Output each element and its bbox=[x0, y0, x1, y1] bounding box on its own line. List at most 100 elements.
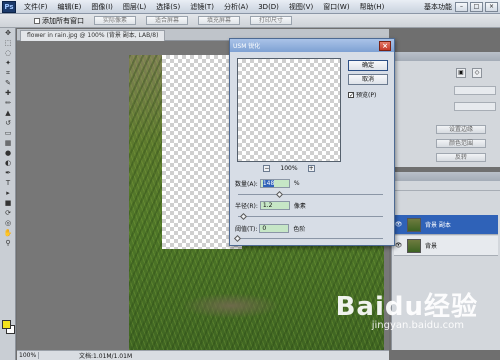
menu-analysis[interactable]: 分析(A) bbox=[219, 0, 253, 14]
zoom-in-button[interactable]: + bbox=[307, 165, 315, 172]
panel-header bbox=[392, 52, 500, 61]
radius-label: 半径(R): bbox=[235, 203, 258, 210]
amount-unit: % bbox=[293, 180, 300, 187]
layer-row-background[interactable]: 👁 背景 bbox=[394, 236, 498, 256]
layer-name: 背景 bbox=[425, 243, 438, 250]
zoom-tool-icon[interactable]: ⚲ bbox=[2, 239, 14, 248]
magic-wand-tool-icon[interactable]: ✦ bbox=[2, 59, 14, 68]
toolbox: ✥ ⬚ ◌ ✦ ⌗ ✎ ✚ ✏ ▲ ↺ ▭ ▦ ● ◐ ✒ T ▸ ■ ⟳ ◎ … bbox=[0, 28, 16, 360]
refine-edge-button[interactable]: 设置边缘 bbox=[436, 125, 486, 134]
radius-slider[interactable] bbox=[238, 216, 383, 217]
layer-thumbnail bbox=[407, 238, 421, 253]
close-icon[interactable]: × bbox=[379, 41, 391, 51]
cancel-button[interactable]: 取消 bbox=[348, 74, 388, 85]
layer-row-background-copy[interactable]: 👁 背景 副本 bbox=[394, 215, 498, 235]
density-field[interactable] bbox=[454, 86, 496, 95]
preview-zoom-level: 100% bbox=[280, 165, 298, 172]
menu-edit[interactable]: 编辑(E) bbox=[53, 0, 87, 14]
fit-screen-button[interactable]: 适合屏幕 bbox=[146, 16, 189, 25]
amount-slider-thumb[interactable] bbox=[276, 190, 284, 199]
maximize-icon[interactable]: □ bbox=[470, 2, 483, 12]
feather-field[interactable] bbox=[454, 102, 496, 111]
pen-tool-icon[interactable]: ✒ bbox=[2, 169, 14, 178]
menu-3d[interactable]: 3D(D) bbox=[253, 0, 284, 14]
radius-row: 半径(R): 1.2 像素 bbox=[235, 201, 306, 210]
hand-tool-icon[interactable]: ✋ bbox=[2, 229, 14, 238]
move-tool-icon[interactable]: ✥ bbox=[2, 29, 14, 38]
zoom-level[interactable]: 100% bbox=[17, 352, 39, 359]
invert-button[interactable]: 反转 bbox=[436, 153, 486, 162]
workspace-switcher[interactable]: 基本功能 bbox=[424, 0, 452, 14]
menu-file[interactable]: 文件(F) bbox=[19, 0, 53, 14]
amount-input[interactable]: 148 bbox=[259, 179, 290, 188]
zoom-out-button[interactable]: − bbox=[263, 165, 271, 172]
preview-label: 预览(P) bbox=[356, 92, 377, 99]
dialog-titlebar[interactable]: USM 锐化 bbox=[230, 39, 394, 52]
menu-image[interactable]: 图像(I) bbox=[86, 0, 118, 14]
status-bar: 100% 文档:1.01M/1.01M bbox=[17, 350, 389, 360]
preview-toggle[interactable]: ✓ 预览(P) bbox=[348, 90, 376, 99]
shape-tool-icon[interactable]: ■ bbox=[2, 199, 14, 208]
amount-slider[interactable] bbox=[238, 194, 383, 195]
radius-slider-thumb[interactable] bbox=[239, 212, 247, 221]
threshold-slider-thumb[interactable] bbox=[233, 234, 242, 243]
3d-orbit-tool-icon[interactable]: ◎ bbox=[2, 219, 14, 228]
dialog-title: USM 锐化 bbox=[233, 43, 261, 50]
ok-button[interactable]: 确定 bbox=[348, 60, 388, 71]
crop-tool-icon[interactable]: ⌗ bbox=[2, 69, 14, 78]
eye-icon[interactable]: 👁 bbox=[394, 221, 403, 228]
all-windows-label: 添加所有窗口 bbox=[42, 16, 84, 25]
actual-pixels-button[interactable]: 实际像素 bbox=[94, 16, 137, 25]
eyedropper-tool-icon[interactable]: ✎ bbox=[2, 79, 14, 88]
path-selection-tool-icon[interactable]: ▸ bbox=[2, 189, 14, 198]
menu-help[interactable]: 帮助(H) bbox=[355, 0, 390, 14]
print-size-button[interactable]: 打印尺寸 bbox=[250, 16, 293, 25]
type-tool-icon[interactable]: T bbox=[2, 179, 14, 188]
masks-panel: ▣ ◇ 设置边缘 颜色范围 反转 bbox=[391, 52, 500, 167]
filter-preview[interactable] bbox=[237, 58, 341, 162]
eraser-tool-icon[interactable]: ▭ bbox=[2, 129, 14, 138]
threshold-label: 阈值(T): bbox=[235, 226, 258, 233]
healing-brush-tool-icon[interactable]: ✚ bbox=[2, 89, 14, 98]
clone-stamp-tool-icon[interactable]: ▲ bbox=[2, 109, 14, 118]
threshold-slider[interactable] bbox=[238, 238, 383, 239]
fill-screen-button[interactable]: 填充屏幕 bbox=[198, 16, 241, 25]
threshold-row: 阈值(T): 0 色阶 bbox=[235, 224, 305, 233]
minimize-icon[interactable]: – bbox=[455, 2, 468, 12]
radius-input[interactable]: 1.2 bbox=[259, 201, 290, 210]
menu-window[interactable]: 窗口(W) bbox=[318, 0, 354, 14]
document-tab[interactable]: flower in rain.jpg @ 100% (背景 副本, LAB/8) bbox=[20, 30, 166, 41]
layer-thumbnail bbox=[407, 217, 421, 232]
layer-name: 背景 副本 bbox=[425, 222, 451, 229]
preview-zoom-controls: − 100% + bbox=[237, 165, 341, 172]
marquee-tool-icon[interactable]: ⬚ bbox=[2, 39, 14, 48]
history-brush-tool-icon[interactable]: ↺ bbox=[2, 119, 14, 128]
menu-select[interactable]: 选择(S) bbox=[151, 0, 185, 14]
layers-options bbox=[392, 181, 500, 191]
window-controls: – □ × bbox=[455, 2, 498, 12]
baidu-watermark-logo: Baidu经验 bbox=[335, 292, 478, 322]
lasso-tool-icon[interactable]: ◌ bbox=[2, 49, 14, 58]
3d-rotate-tool-icon[interactable]: ⟳ bbox=[2, 209, 14, 218]
gradient-tool-icon[interactable]: ▦ bbox=[2, 139, 14, 148]
menu-bar: Ps 文件(F) 编辑(E) 图像(I) 图层(L) 选择(S) 滤镜(T) 分… bbox=[0, 0, 500, 14]
vector-mask-icon[interactable]: ◇ bbox=[472, 68, 482, 78]
foreground-color-swatch[interactable] bbox=[2, 320, 11, 329]
pixel-mask-icon[interactable]: ▣ bbox=[456, 68, 466, 78]
all-windows-checkbox[interactable] bbox=[34, 17, 40, 24]
eye-icon[interactable]: 👁 bbox=[394, 242, 403, 249]
preview-checkbox[interactable]: ✓ bbox=[348, 91, 354, 98]
color-range-button[interactable]: 颜色范围 bbox=[436, 139, 486, 148]
close-icon[interactable]: × bbox=[485, 2, 498, 12]
options-bar: 添加所有窗口 实际像素 适合屏幕 填充屏幕 打印尺寸 bbox=[0, 14, 500, 28]
amount-row: 数量(A): 148 % bbox=[235, 179, 300, 188]
photoshop-logo-icon: Ps bbox=[2, 0, 16, 13]
menu-view[interactable]: 视图(V) bbox=[284, 0, 318, 14]
blur-tool-icon[interactable]: ● bbox=[2, 149, 14, 158]
menu-filter[interactable]: 滤镜(T) bbox=[185, 0, 219, 14]
menu-layer[interactable]: 图层(L) bbox=[118, 0, 151, 14]
dodge-tool-icon[interactable]: ◐ bbox=[2, 159, 14, 168]
brush-tool-icon[interactable]: ✏ bbox=[2, 99, 14, 108]
threshold-input[interactable]: 0 bbox=[259, 224, 290, 233]
baidu-watermark-url: jingyan.baidu.com bbox=[371, 320, 464, 331]
